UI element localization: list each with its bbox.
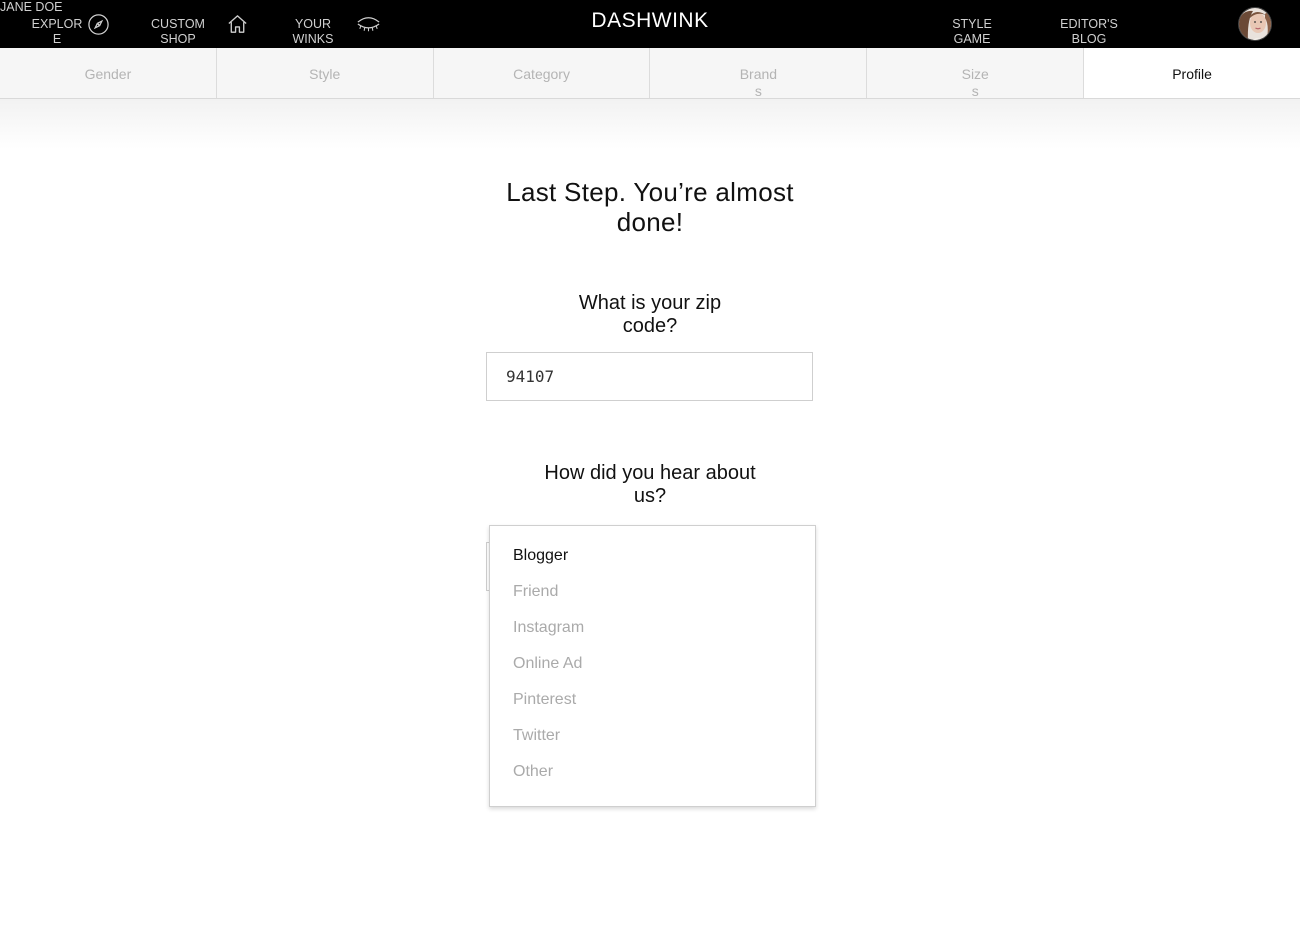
referral-question-line2: us? [633, 485, 667, 507]
zip-question-line2: code? [622, 315, 678, 337]
nav-explore-label-line2: E [52, 32, 62, 46]
nav-your-winks[interactable]: YOUR WINKS [288, 17, 338, 47]
tab-category[interactable]: Category [433, 48, 651, 98]
tab-sizes-label-line2: s [971, 83, 979, 99]
dropdown-option-online-ad[interactable]: Online Ad [490, 652, 815, 688]
nav-editors-blog[interactable]: EDITOR'S BLOG [1054, 17, 1124, 47]
dropdown-option-blogger[interactable]: Blogger [490, 544, 815, 580]
dropdown-option-other[interactable]: Other [490, 760, 815, 796]
tab-sizes-label-line1: Size [961, 66, 989, 82]
top-nav-bar: EXPLOR E CUSTOM SHOP YOUR WINKS DASHWINK… [0, 0, 1300, 48]
tab-style-label: Style [309, 66, 341, 82]
eye-icon[interactable] [355, 13, 382, 35]
nav-style-label-line2: GAME [953, 32, 991, 46]
dropdown-option-twitter[interactable]: Twitter [490, 724, 815, 760]
step-tabs: Gender Style Category Brand s Size s Pro… [0, 48, 1300, 99]
nav-editor-label-line1: EDITOR'S [1060, 17, 1118, 31]
nav-custom-label-line1: CUSTOM [151, 17, 205, 31]
avatar-portrait-icon [1239, 8, 1271, 40]
referral-question-line1: How did you hear about [544, 462, 756, 484]
tab-sizes[interactable]: Size s [867, 48, 1085, 99]
tab-category-label: Category [513, 66, 570, 82]
referral-dropdown-menu: Blogger Friend Instagram Online Ad Pinte… [489, 525, 816, 807]
tab-gender[interactable]: Gender [0, 48, 217, 98]
tab-gender-label: Gender [84, 66, 132, 82]
page-title: Last Step. You’re almost done! [490, 177, 810, 237]
nav-winks-label-line2: WINKS [292, 32, 334, 46]
tab-profile[interactable]: Profile [1084, 48, 1300, 98]
tab-brands-label-line2: s [754, 83, 762, 99]
tab-brands[interactable]: Brand s [650, 48, 868, 99]
nav-explore[interactable]: EXPLOR E [30, 17, 84, 47]
avatar[interactable] [1238, 7, 1272, 41]
zip-code-input[interactable] [486, 352, 813, 401]
page-title-line1: Last Step. You’re almost [506, 177, 794, 207]
nav-style-game[interactable]: STYLE GAME [947, 17, 997, 47]
zip-question-line1: What is your zip [578, 292, 722, 314]
nav-editor-label-line2: BLOG [1071, 32, 1107, 46]
dropdown-option-friend[interactable]: Friend [490, 580, 815, 616]
tab-style[interactable]: Style [216, 48, 434, 98]
header-shadow-divider [0, 99, 1300, 149]
nav-custom-label-line2: SHOP [160, 32, 196, 46]
logo-text[interactable]: DASHWINK [591, 9, 708, 32]
home-icon[interactable] [226, 13, 249, 36]
compass-icon[interactable] [87, 13, 110, 36]
tab-profile-label: Profile [1172, 66, 1212, 82]
zip-question-label: What is your zip code? [560, 292, 740, 338]
nav-custom-shop[interactable]: CUSTOM SHOP [148, 17, 208, 47]
nav-winks-label-line1: YOUR [294, 17, 332, 31]
page-title-line2: done! [616, 207, 684, 237]
referral-question-label: How did you hear about us? [530, 462, 770, 508]
dropdown-option-instagram[interactable]: Instagram [490, 616, 815, 652]
nav-explore-label-line1: EXPLOR [31, 17, 83, 31]
nav-style-label-line1: STYLE [952, 17, 992, 31]
tab-brands-label-line1: Brand [739, 66, 778, 82]
dropdown-option-pinterest[interactable]: Pinterest [490, 688, 815, 724]
